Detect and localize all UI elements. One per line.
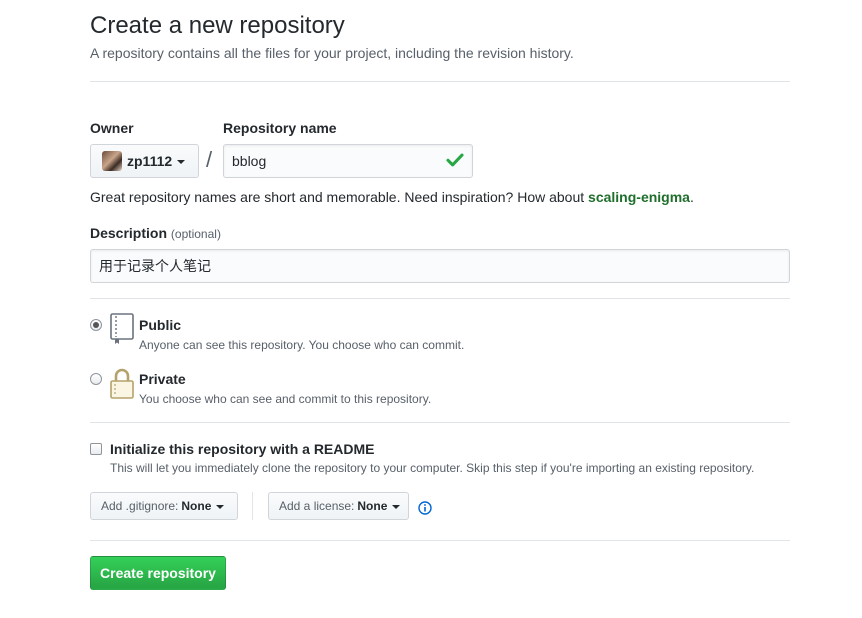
readme-desc: This will let you immediately clone the … (110, 461, 755, 475)
create-repository-button[interactable]: Create repository (90, 556, 226, 590)
page-subtitle: A repository contains all the files for … (90, 45, 574, 61)
description-input[interactable]: 用于记录个人笔记 (90, 249, 790, 283)
license-dropdown[interactable]: Add a license: None (268, 492, 409, 520)
repo-book-icon (110, 313, 134, 344)
public-radio[interactable] (90, 319, 102, 331)
chevron-down-icon (392, 505, 401, 509)
optional-tag: (optional) (170, 227, 221, 241)
divider (90, 298, 790, 299)
divider (90, 81, 790, 82)
private-radio[interactable] (90, 373, 102, 385)
lock-icon (110, 368, 134, 399)
owner-name: zp1112 (127, 153, 173, 169)
owner-label: Owner (90, 120, 134, 136)
repo-name-label: Repository name (223, 120, 337, 136)
divider (90, 540, 790, 541)
owner-repo-separator: / (206, 147, 213, 172)
divider (90, 422, 790, 423)
private-desc: You choose who can see and commit to thi… (139, 392, 432, 406)
avatar (102, 151, 122, 171)
description-label: Description (optional) (90, 225, 221, 241)
check-icon (446, 153, 464, 167)
owner-dropdown[interactable]: zp1112 (90, 144, 199, 178)
button-separator (252, 492, 253, 520)
private-title: Private (139, 371, 186, 387)
readme-checkbox[interactable] (90, 443, 102, 455)
name-suggestion-link[interactable]: scaling-enigma (588, 189, 690, 205)
public-title: Public (139, 317, 182, 333)
repo-name-hint: Great repository names are short and mem… (90, 189, 694, 205)
chevron-down-icon (216, 505, 225, 509)
chevron-down-icon (177, 160, 186, 164)
readme-title: Initialize this repository with a README (110, 441, 375, 457)
info-icon[interactable] (418, 501, 432, 515)
gitignore-dropdown[interactable]: Add .gitignore: None (90, 492, 238, 520)
repo-name-input[interactable]: bblog (223, 144, 473, 178)
page-title: Create a new repository (90, 12, 345, 39)
public-desc: Anyone can see this repository. You choo… (139, 338, 465, 352)
